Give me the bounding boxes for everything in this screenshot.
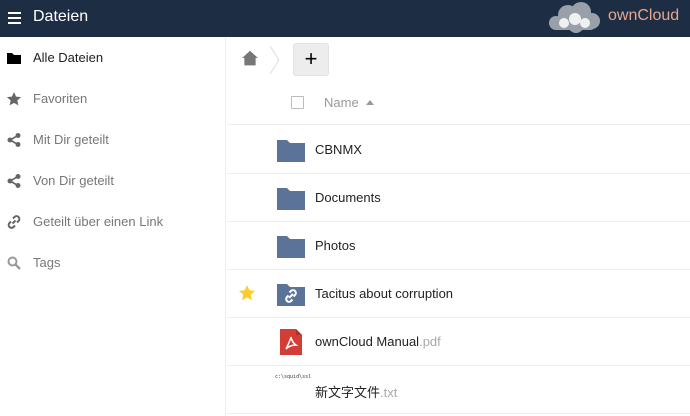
sidebar-item-favorites[interactable]: Favoriten [0,78,226,119]
file-list-area: + Name CBNMX Documents Photos Tacitus ab… [227,37,690,416]
sidebar-item-tags[interactable]: Tags [0,242,226,283]
folder-icon [277,140,305,162]
file-name[interactable]: Tacitus about corruption [315,286,453,301]
text-file-preview: c:\squid\ssl [275,372,311,406]
sidebar-item-shared-by-link[interactable]: Geteilt über einen Link [0,201,226,242]
table-row[interactable]: CBNMX [227,126,690,174]
controls-bar: + [227,37,690,81]
sidebar-item-label: Mit Dir geteilt [33,132,109,147]
sidebar-item-label: Von Dir geteilt [33,173,114,188]
sidebar-item-all-files[interactable]: Alle Dateien [0,37,226,78]
pdf-file-icon [280,329,302,355]
sidebar-item-shared-by-you[interactable]: Von Dir geteilt [0,160,226,201]
sidebar-item-label: Tags [33,255,61,270]
hamburger-menu-icon[interactable] [6,8,26,28]
folder-icon [277,188,305,210]
app-header: Dateien ownCloud [0,0,690,37]
owncloud-logo[interactable]: ownCloud [546,1,690,35]
share-icon [7,174,21,188]
file-name[interactable]: 新文字文件.txt [315,382,397,401]
file-name[interactable]: Documents [315,190,381,205]
table-row[interactable]: c:\squid\ssl 新文字文件.txt [227,366,690,414]
shared-folder-icon [277,284,305,306]
sidebar-item-shared-with-you[interactable]: Mit Dir geteilt [0,119,226,160]
sidebar: Alle Dateien Favoriten Mit Dir geteilt V… [0,37,226,416]
link-icon [7,215,21,229]
sidebar-item-label: Alle Dateien [33,50,104,65]
sidebar-item-label: Favoriten [33,91,88,106]
app-title: Dateien [33,8,89,25]
file-name[interactable]: Photos [315,238,355,253]
name-column-header[interactable]: Name [324,95,359,110]
folder-icon [277,236,305,258]
sort-ascending-icon[interactable] [366,100,374,105]
cloud-logo-icon [549,2,600,33]
table-row[interactable]: Documents [227,174,690,222]
file-table-header: Name [227,81,690,125]
folder-icon [7,53,21,64]
sidebar-item-label: Geteilt über einen Link [33,214,164,229]
home-icon[interactable] [241,49,259,67]
table-row[interactable]: Photos [227,222,690,270]
select-all-checkbox[interactable] [291,96,304,109]
logo-text: ownCloud [608,7,680,24]
star-icon [6,92,22,106]
table-row[interactable]: Tacitus about corruption [227,270,690,318]
file-name[interactable]: ownCloud Manual.pdf [315,334,441,349]
share-icon [7,133,21,147]
table-row[interactable]: ownCloud Manual.pdf [227,318,690,366]
file-name[interactable]: CBNMX [315,142,362,157]
favorite-star-icon[interactable] [238,284,256,302]
search-icon [7,256,21,270]
breadcrumb-separator [269,45,280,75]
new-button[interactable]: + [293,43,329,76]
